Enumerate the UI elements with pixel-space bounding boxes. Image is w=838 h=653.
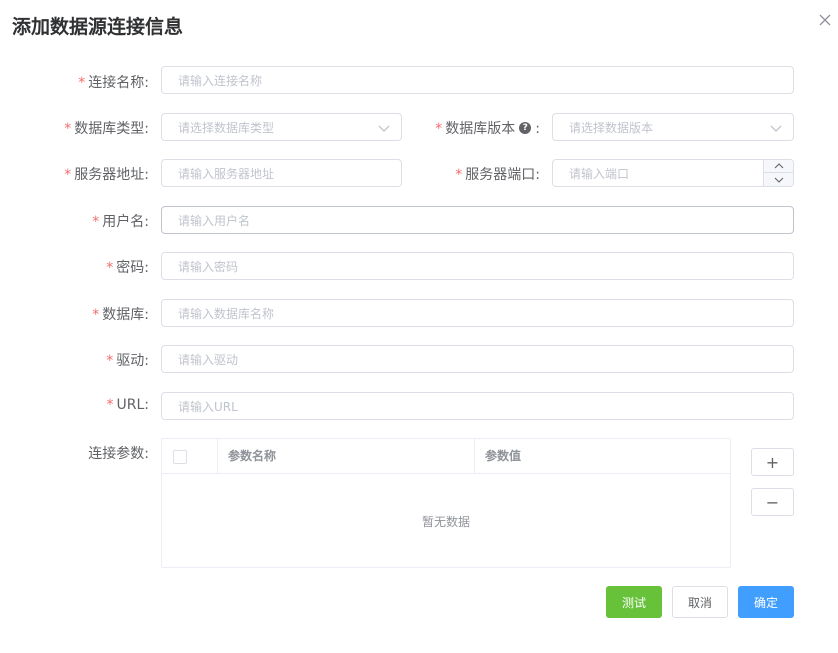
db-type-label: * 数据库类型: bbox=[64, 118, 149, 138]
params-label: 连接参数: bbox=[88, 446, 149, 462]
label-text: 连接名称: bbox=[88, 75, 149, 91]
cancel-button[interactable]: 取消 bbox=[672, 586, 728, 618]
remove-param-button[interactable]: − bbox=[751, 488, 794, 516]
database-input[interactable] bbox=[176, 300, 771, 328]
params-table: 参数名称 参数值 暂无数据 bbox=[161, 438, 731, 568]
required-mark: * bbox=[92, 214, 100, 230]
db-type-input[interactable] bbox=[176, 114, 379, 142]
label-colon: : bbox=[535, 121, 540, 137]
required-mark: * bbox=[455, 167, 463, 183]
label-text: 密码: bbox=[116, 260, 149, 276]
dialog-title: 添加数据源连接信息 bbox=[12, 16, 184, 38]
db-version-select[interactable] bbox=[552, 113, 794, 142]
label-text: 数据库类型: bbox=[74, 121, 149, 137]
minus-icon: − bbox=[765, 492, 780, 512]
empty-text: 暂无数据 bbox=[421, 515, 470, 529]
server-address-field[interactable] bbox=[161, 159, 402, 188]
db-type-select[interactable] bbox=[161, 113, 402, 142]
url-label: * URL: bbox=[107, 397, 150, 413]
required-mark: * bbox=[106, 260, 114, 276]
column-header-value: 参数值 bbox=[474, 439, 730, 473]
db-version-input[interactable] bbox=[567, 114, 771, 142]
chevron-up-icon bbox=[774, 163, 783, 169]
increase-button[interactable] bbox=[764, 160, 793, 173]
driver-field[interactable] bbox=[161, 345, 794, 374]
required-mark: * bbox=[106, 353, 114, 369]
username-label: * 用户名: bbox=[92, 211, 149, 231]
required-mark: * bbox=[64, 121, 72, 137]
label-text: URL: bbox=[116, 397, 150, 413]
url-input[interactable] bbox=[176, 393, 771, 421]
server-port-input[interactable] bbox=[567, 160, 771, 188]
label-text: 用户名: bbox=[102, 214, 149, 230]
database-label: * 数据库: bbox=[92, 304, 149, 324]
label-text: 数据库版本 bbox=[445, 121, 516, 137]
url-field[interactable] bbox=[161, 392, 794, 421]
password-label: * 密码: bbox=[106, 257, 149, 277]
column-header-name: 参数名称 bbox=[217, 439, 474, 473]
close-icon[interactable] bbox=[818, 12, 834, 28]
select-all-checkbox[interactable] bbox=[173, 450, 187, 464]
label-text: 服务器地址: bbox=[74, 167, 149, 183]
driver-label: * 驱动: bbox=[106, 350, 149, 370]
required-mark: * bbox=[64, 167, 72, 183]
server-address-label: * 服务器地址: bbox=[64, 164, 149, 184]
connection-name-input[interactable] bbox=[176, 67, 771, 95]
db-version-label: * 数据库版本?: bbox=[435, 118, 540, 138]
required-mark: * bbox=[106, 397, 114, 413]
decrease-button[interactable] bbox=[764, 173, 793, 186]
select-all-cell bbox=[162, 439, 217, 473]
test-button[interactable]: 测试 bbox=[606, 586, 662, 618]
connection-name-field[interactable] bbox=[161, 66, 794, 95]
database-field[interactable] bbox=[161, 299, 794, 328]
plus-icon: + bbox=[765, 452, 780, 472]
add-param-button[interactable]: + bbox=[751, 448, 794, 476]
password-input[interactable] bbox=[176, 253, 771, 281]
label-text: 数据库: bbox=[102, 307, 149, 323]
label-text: 驱动: bbox=[116, 353, 149, 369]
help-icon[interactable]: ? bbox=[519, 122, 532, 134]
driver-input[interactable] bbox=[176, 346, 771, 374]
chevron-down-icon bbox=[774, 177, 783, 183]
server-port-label: * 服务器端口: bbox=[455, 164, 540, 184]
username-input[interactable] bbox=[176, 207, 771, 235]
required-mark: * bbox=[92, 307, 100, 323]
username-field[interactable] bbox=[161, 206, 794, 235]
connection-name-label: * 连接名称: bbox=[78, 72, 149, 92]
required-mark: * bbox=[435, 121, 443, 137]
table-header: 参数名称 参数值 bbox=[162, 439, 730, 474]
server-port-field[interactable] bbox=[552, 159, 794, 188]
port-stepper bbox=[763, 160, 793, 186]
chevron-down-icon bbox=[378, 125, 390, 132]
required-mark: * bbox=[78, 75, 86, 91]
chevron-down-icon bbox=[770, 125, 782, 132]
ok-button[interactable]: 确定 bbox=[738, 586, 794, 618]
server-address-input[interactable] bbox=[176, 160, 379, 188]
label-text: 服务器端口: bbox=[465, 167, 540, 183]
password-field[interactable] bbox=[161, 252, 794, 281]
